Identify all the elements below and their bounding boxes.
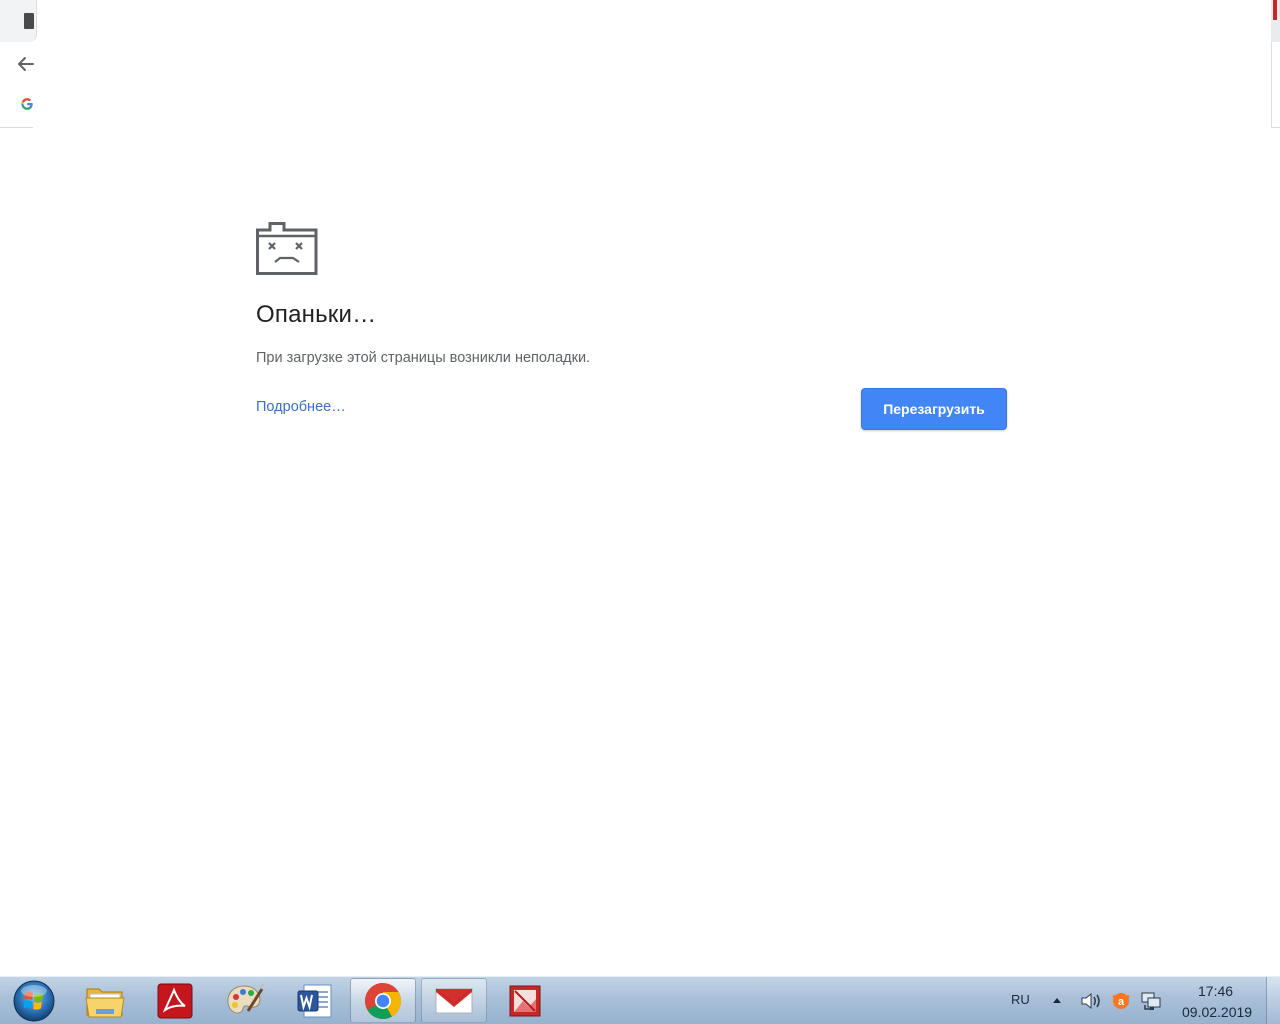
screen: Опаньки… При загрузке этой страницы возн…: [0, 0, 1280, 1024]
clock-time[interactable]: 17:46: [1198, 983, 1233, 999]
toolbar-divider-right: [1271, 127, 1280, 128]
taskbar-paint[interactable]: [212, 978, 278, 1023]
window-close-edge[interactable]: [1273, 0, 1277, 20]
reload-button[interactable]: Перезагрузить: [861, 388, 1007, 430]
chrome-icon: [364, 982, 402, 1019]
show-desktop-button[interactable]: [1266, 977, 1280, 1024]
language-indicator[interactable]: RU: [1011, 992, 1030, 1007]
browser-tab[interactable]: [0, 0, 37, 42]
adobe-acrobat-icon: [157, 983, 193, 1018]
taskbar: RU a 17:46 09.02.2019: [0, 976, 1280, 1024]
taskbar-adobe-reader[interactable]: [142, 978, 208, 1023]
show-hidden-icons-icon[interactable]: [1051, 995, 1063, 1005]
google-g-icon: [21, 98, 33, 110]
error-message: При загрузке этой страницы возникли непо…: [256, 350, 591, 366]
toolbar-divider: [0, 127, 33, 128]
avast-antivirus-icon[interactable]: a: [1110, 990, 1132, 1012]
tab-favicon-icon: [24, 13, 34, 29]
mail-envelope-icon: [435, 988, 473, 1013]
sad-tab-icon: [256, 222, 318, 275]
volume-icon[interactable]: [1080, 991, 1102, 1011]
taskbar-explorer[interactable]: [72, 978, 138, 1023]
back-arrow-icon[interactable]: [15, 53, 37, 75]
svg-text:a: a: [1118, 996, 1125, 1008]
taskbar-chrome[interactable]: [350, 978, 416, 1023]
details-link[interactable]: Подробнее…: [256, 399, 346, 415]
image-viewer-icon: [509, 985, 541, 1016]
clock-date[interactable]: 09.02.2019: [1182, 1004, 1252, 1020]
taskbar-word[interactable]: [282, 978, 348, 1023]
paint-palette-icon: [227, 982, 266, 1013]
taskbar-picture-viewer[interactable]: [492, 978, 558, 1023]
error-title: Опаньки…: [256, 301, 377, 328]
windows-start-button[interactable]: [8, 979, 58, 1023]
folder-icon: [85, 988, 125, 1017]
network-icon[interactable]: [1139, 990, 1163, 1012]
taskbar-mail[interactable]: [421, 978, 487, 1023]
word-icon: [297, 984, 332, 1017]
